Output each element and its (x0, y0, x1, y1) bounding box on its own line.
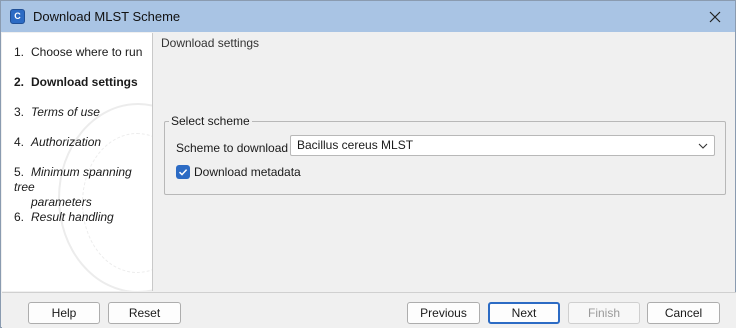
chevron-down-icon (698, 143, 708, 149)
step-number: 2. (14, 75, 25, 89)
step-minimum-spanning-tree-parameters: 5. Minimum spanning tree parameters (14, 165, 152, 210)
step-number: 3. (14, 105, 25, 119)
step-choose-where-to-run: 1. Choose where to run (14, 45, 142, 60)
step-label: Result handling (31, 210, 114, 224)
step-number: 6. (14, 210, 25, 224)
help-button[interactable]: Help (28, 302, 100, 324)
step-number: 1. (14, 45, 25, 59)
download-metadata-checkbox[interactable] (176, 165, 190, 179)
step-terms-of-use: 3. Terms of use (14, 105, 100, 120)
select-scheme-group: Select scheme Scheme to download Bacillu… (164, 114, 726, 195)
step-label: Terms of use (31, 105, 100, 119)
step-label: Authorization (31, 135, 102, 149)
title-bar: C Download MLST Scheme (1, 1, 735, 32)
step-label: Minimum spanning tree (14, 165, 132, 194)
window-title: Download MLST Scheme (33, 9, 181, 24)
group-legend: Select scheme (169, 114, 252, 128)
step-result-handling: 6. Result handling (14, 210, 114, 225)
scheme-to-download-label: Scheme to download (176, 141, 289, 155)
finish-button[interactable]: Finish (568, 302, 640, 324)
cancel-button[interactable]: Cancel (647, 302, 720, 324)
app-icon: C (10, 9, 25, 24)
section-title: Download settings (161, 36, 260, 50)
next-button[interactable]: Next (488, 302, 560, 324)
step-label: Download settings (31, 75, 138, 89)
reset-button[interactable]: Reset (108, 302, 181, 324)
scheme-select[interactable]: Bacillus cereus MLST (290, 135, 715, 156)
step-label-continued: parameters (31, 195, 92, 209)
close-icon (709, 11, 721, 22)
step-download-settings: 2. Download settings (14, 75, 138, 90)
scheme-select-value: Bacillus cereus MLST (297, 138, 414, 152)
steps-sidebar: 1. Choose where to run 2. Download setting… (2, 33, 153, 291)
step-label: Choose where to run (31, 45, 143, 59)
step-authorization: 4. Authorization (14, 135, 101, 150)
main-panel: Download settings Select scheme Scheme t… (154, 33, 735, 291)
close-button[interactable] (695, 1, 735, 32)
step-number: 5. (14, 165, 25, 179)
download-metadata-label[interactable]: Download metadata (194, 165, 301, 179)
button-bar: Help Reset Previous Next Finish Cancel (2, 292, 736, 328)
step-number: 4. (14, 135, 25, 149)
dialog-window: C Download MLST Scheme 1. Choose where to… (0, 0, 736, 328)
check-icon (178, 169, 188, 176)
previous-button[interactable]: Previous (407, 302, 480, 324)
